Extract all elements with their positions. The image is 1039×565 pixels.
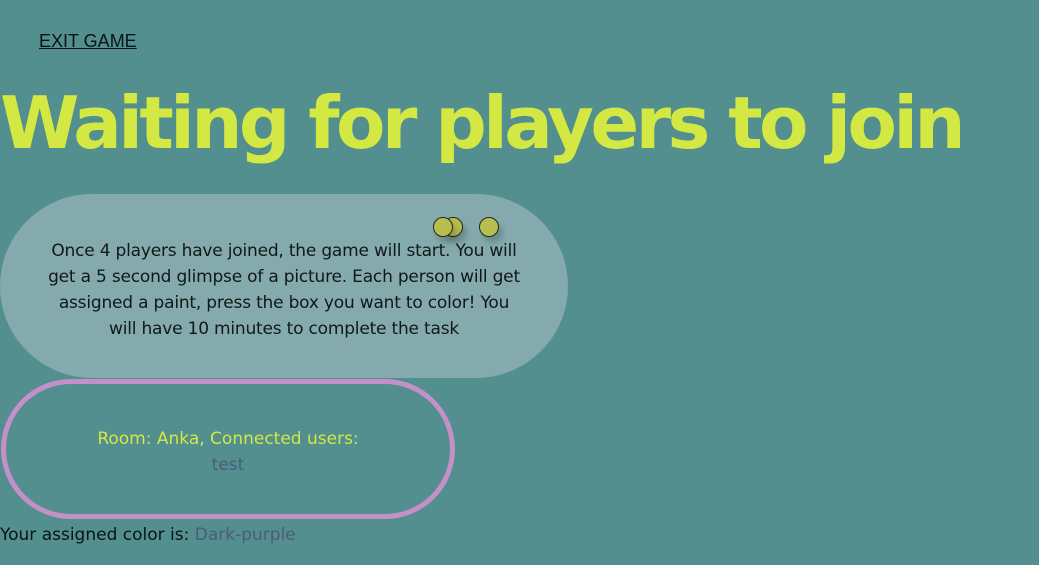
assigned-color-value: Dark-purple <box>194 525 296 545</box>
exit-game-link[interactable]: EXIT GAME <box>39 30 137 52</box>
page-title: Waiting for players to join <box>0 81 966 165</box>
player-dot <box>479 217 499 237</box>
assigned-color-label: Your assigned color is: <box>0 525 190 545</box>
room-label: Room: Anka, Connected users: <box>97 429 359 449</box>
instructions-card: Once 4 players have joined, the game wil… <box>0 194 568 378</box>
connected-user: test <box>211 455 245 475</box>
player-dot <box>433 217 453 237</box>
instructions-text: Once 4 players have joined, the game wil… <box>48 241 520 339</box>
assigned-color-line: Your assigned color is: Dark-purple <box>0 522 296 548</box>
room-card: Room: Anka, Connected users: test <box>1 379 455 519</box>
